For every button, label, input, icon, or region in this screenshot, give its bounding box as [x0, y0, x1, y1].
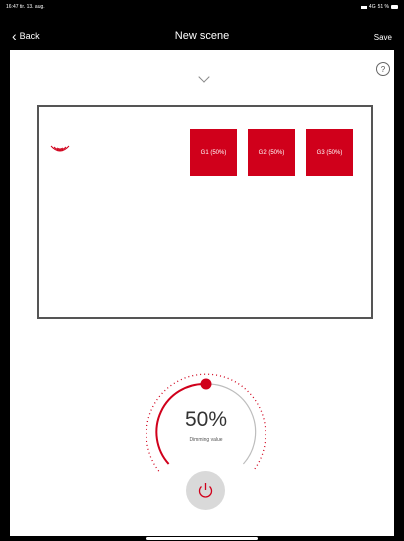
dimming-value: 50%: [184, 408, 228, 431]
group-tile-g1[interactable]: G1 (50%): [190, 129, 237, 176]
home-indicator[interactable]: [146, 537, 258, 540]
dimming-label: Dimming value: [189, 437, 223, 443]
network-type: 4G: [368, 4, 376, 10]
page-title: New scene: [174, 30, 230, 42]
question-circle-icon[interactable]: ?: [376, 62, 390, 76]
status-time-date: 16:47 tir. 13. aug.: [6, 4, 45, 10]
room-layout-canvas: G1 (50%) G2 (50%) G3 (50%): [37, 105, 373, 319]
power-icon: [198, 483, 213, 498]
dimming-dial[interactable]: 50% Dimming value: [146, 370, 266, 520]
dimming-slider-handle[interactable]: [200, 378, 212, 390]
status-date: tir. 13. aug.: [19, 4, 45, 10]
group-tile-g2[interactable]: G2 (50%): [248, 129, 295, 176]
signal-icon: [360, 5, 367, 9]
battery-icon: [391, 5, 398, 9]
power-button[interactable]: [186, 471, 225, 510]
group-tile-g3[interactable]: G3 (50%): [306, 129, 353, 176]
status-indicators: 4G 51 %: [360, 4, 398, 10]
save-button[interactable]: Save: [374, 33, 392, 42]
battery-percent: 51 %: [377, 4, 389, 10]
status-time: 16:47: [6, 4, 19, 10]
status-bar: 16:47 tir. 13. aug. 4G 51 %: [0, 0, 404, 22]
scene-editor: ? G1 (50%) G2 (50%) G3 (50%) 50% Dimming…: [10, 50, 394, 536]
app-screen: 16:47 tir. 13. aug. 4G 51 % ‹ Back New s…: [0, 0, 404, 541]
wireless-sensor-icon: [50, 145, 70, 152]
chevron-down-icon[interactable]: [198, 71, 210, 83]
navigation-bar: ‹ Back New scene Save: [0, 24, 404, 50]
